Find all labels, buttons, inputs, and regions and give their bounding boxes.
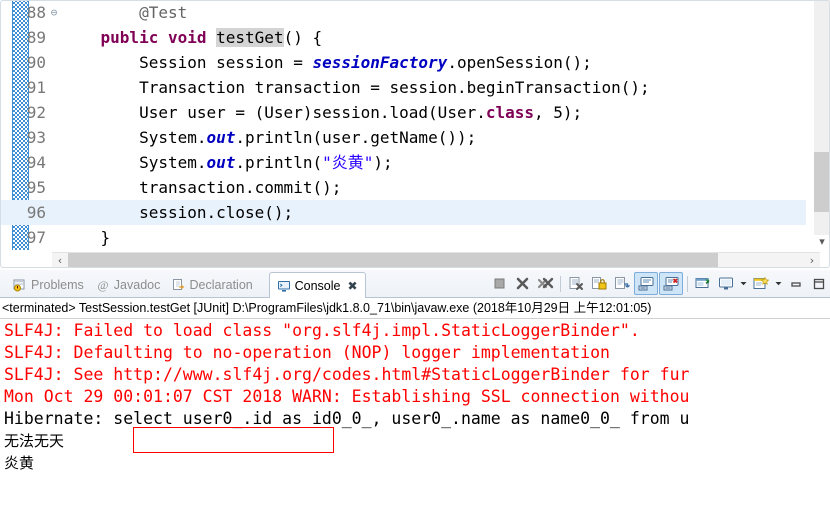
pin-console-button[interactable] — [692, 273, 714, 294]
line-number: 92 — [26, 103, 46, 122]
separator-2 — [687, 275, 688, 292]
code-line[interactable]: 89 public void testGet() { — [0, 25, 806, 50]
show-console-on-output-button[interactable] — [634, 272, 658, 295]
code-line[interactable]: 91 Transaction transaction = session.beg… — [0, 75, 806, 100]
code-line[interactable]: 95 transaction.commit(); — [0, 175, 806, 200]
maximize-icon — [812, 277, 826, 291]
open-console-dropdown[interactable] — [773, 273, 784, 294]
x-mark-icon — [515, 276, 530, 291]
fold-collapse-icon[interactable]: ⊖ — [46, 0, 62, 25]
line-number: 97 — [26, 228, 46, 247]
editor-horizontal-scrollbar-thumb[interactable] — [68, 253, 718, 268]
line-number: 89 — [26, 28, 46, 47]
show-console-on-error-button[interactable] — [659, 272, 683, 295]
code-text: @Test — [139, 3, 188, 22]
remove-all-terminated-button[interactable] — [534, 273, 556, 294]
minimize-button[interactable] — [785, 273, 807, 294]
code-text: Transaction transaction = session.beginT… — [62, 78, 650, 97]
terminate-button[interactable] — [488, 273, 510, 294]
console-line: 炎黄 — [4, 454, 35, 472]
code-text: session.close(); — [62, 203, 294, 222]
code-text: System.out.println("炎黄"); — [62, 153, 393, 172]
code-line[interactable]: 97 } — [0, 225, 806, 250]
pin-icon — [695, 276, 711, 291]
stop-square-icon — [492, 276, 507, 291]
word-wrap-button[interactable] — [611, 273, 633, 294]
xx-mark-icon — [537, 276, 554, 291]
lock-icon — [591, 276, 607, 291]
tab-console[interactable]: Console ✖ — [268, 272, 366, 298]
open-console-button[interactable] — [750, 273, 772, 294]
code-editor[interactable]: 88 ⊖ @Test 89 public void testGet() {90 Se… — [0, 0, 830, 268]
bottom-panel: Problems @ Javadoc Declaration Console ✖ <ter… — [0, 270, 830, 510]
line-number: 93 — [26, 128, 46, 147]
editor-vertical-scrollbar-thumb[interactable] — [814, 152, 830, 212]
console-line: SLF4J: See http://www.slf4j.org/codes.ht… — [4, 365, 690, 384]
tab-declaration[interactable]: Declaration — [165, 273, 260, 297]
display-selected-console-button[interactable] — [715, 273, 737, 294]
console-line: Hibernate: select user0_.id as id0_0_, u… — [4, 409, 690, 428]
clear-doc-icon — [568, 276, 584, 291]
code-line[interactable]: 94 System.out.println("炎黄"); — [0, 150, 806, 175]
code-line[interactable]: 92 User user = (User)session.load(User.c… — [0, 100, 806, 125]
scroll-lock-button[interactable] — [588, 273, 610, 294]
tab-problems[interactable]: Problems — [6, 273, 91, 297]
tab-close-icon[interactable]: ✖ — [347, 279, 357, 293]
code-text: System.out.println(user.getName()); — [62, 128, 477, 147]
scroll-down-arrow-icon[interactable]: ▾ — [816, 236, 828, 248]
monitor-icon — [718, 276, 734, 291]
console-line: SLF4J: Failed to load class "org.slf4j.i… — [4, 321, 640, 340]
code-line[interactable]: 96 session.close(); — [0, 200, 806, 225]
scroll-left-arrow-icon[interactable]: ‹ — [52, 253, 68, 268]
scroll-right-arrow-icon[interactable]: › — [804, 253, 820, 268]
tab-label: Declaration — [189, 278, 253, 292]
separator-1 — [560, 275, 561, 292]
new-console-icon — [753, 276, 769, 291]
console-line: Mon Oct 29 00:01:07 CST 2018 WARN: Estab… — [4, 387, 690, 406]
line-number: 95 — [26, 178, 46, 197]
console-toolbar — [488, 271, 830, 296]
console-header-divider — [0, 318, 830, 319]
console-launch-header: <terminated> TestSession.testGet [JUnit]… — [2, 301, 652, 315]
clear-console-button[interactable] — [565, 273, 587, 294]
minimize-icon — [789, 277, 803, 291]
line-number: 94 — [26, 153, 46, 172]
console-icon — [277, 279, 291, 293]
declaration-icon — [172, 278, 186, 292]
code-line[interactable]: 93 System.out.println(user.getName()); — [0, 125, 806, 150]
line-number: 90 — [26, 53, 46, 72]
console-line: SLF4J: Defaulting to no-operation (NOP) … — [4, 343, 610, 362]
code-line[interactable]: 90 Session session = sessionFactory.open… — [0, 50, 806, 75]
maximize-button[interactable] — [808, 273, 830, 294]
line-number: 96 — [26, 203, 46, 222]
code-text: User user = (User)session.load(User.clas… — [62, 103, 583, 122]
svg-text:@: @ — [97, 278, 108, 292]
wrap-doc-icon — [614, 276, 630, 291]
code-text: } — [62, 228, 111, 247]
tab-label: Problems — [31, 278, 84, 292]
editor-vertical-scrollbar-track[interactable] — [814, 0, 830, 235]
console-line: 无法无天 — [4, 432, 65, 450]
code-line[interactable]: 88 ⊖ @Test — [0, 0, 806, 25]
tab-label: Console — [294, 278, 341, 293]
panel-tab-bar: Problems @ Javadoc Declaration Console ✖ — [0, 270, 830, 298]
code-text: transaction.commit(); — [62, 178, 342, 197]
tab-javadoc[interactable]: @ Javadoc — [89, 273, 168, 297]
display-console-dropdown[interactable] — [738, 273, 749, 294]
tab-label: Javadoc — [113, 278, 161, 292]
annotation-highlight-box — [133, 427, 334, 453]
javadoc-icon: @ — [96, 278, 110, 292]
editor-code-area[interactable]: 88 ⊖ @Test 89 public void testGet() {90 Se… — [0, 0, 806, 250]
console-out-icon — [638, 276, 654, 291]
console-output[interactable]: SLF4J: Failed to load class "org.slf4j.i… — [0, 320, 830, 510]
remove-launch-button[interactable] — [511, 273, 533, 294]
problems-icon — [13, 278, 27, 292]
line-number: 88 — [26, 3, 46, 22]
line-number: 91 — [26, 78, 46, 97]
code-text: Session session = sessionFactory.openSes… — [62, 53, 592, 72]
console-err-icon — [663, 276, 679, 291]
editor-horizontal-scrollbar-track[interactable]: ‹ › — [52, 252, 820, 268]
code-text: public void testGet() { — [100, 28, 323, 47]
